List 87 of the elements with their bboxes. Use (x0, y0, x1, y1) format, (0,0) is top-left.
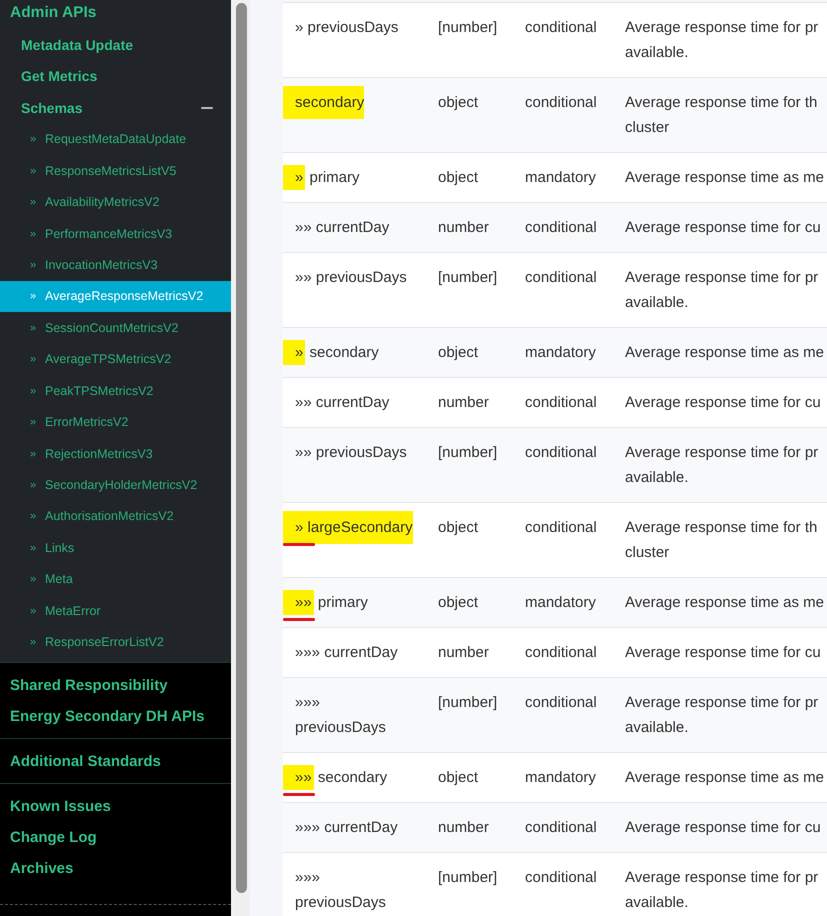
requirement: conditional (525, 444, 597, 461)
requirement: conditional (525, 819, 597, 836)
requirement: mandatory (525, 594, 596, 611)
field-name: »» currentDay (294, 393, 390, 413)
schema-link[interactable]: » AverageTPSMetricsV2 (0, 344, 231, 375)
field-type: object (438, 769, 478, 786)
field-type: [number] (438, 694, 498, 711)
field-type: object (438, 344, 478, 361)
schema-link[interactable]: » Meta (0, 564, 231, 596)
schema-link[interactable]: » ResponseMetricsListV5 (0, 154, 231, 186)
description-text: Average response time for cu (625, 393, 821, 413)
description-text: Average response time for pr available. (625, 268, 818, 313)
schema-link[interactable]: » RejectionMetricsV3 (0, 438, 231, 470)
field-type: object (438, 94, 478, 111)
description-text: Average response time as me (625, 168, 824, 188)
nav-link[interactable]: Archives (0, 852, 74, 884)
schema-link[interactable]: » InvocationMetricsV3 (0, 249, 231, 281)
schema-link[interactable]: » ResponseErrorListV2 (0, 626, 231, 658)
schema-link[interactable]: » ErrorMetricsV2 (0, 406, 231, 438)
schema-link[interactable]: » AuthorisationMetricsV2 (0, 500, 231, 532)
schema-link[interactable]: » SessionCountMetricsV2 (0, 312, 231, 344)
field-type: [number] (438, 444, 498, 461)
field-type: object (438, 519, 478, 536)
nav-link[interactable]: Change Log (0, 822, 97, 853)
description-text: Average response time for pr available. (625, 693, 818, 738)
nav-item[interactable]: Get Metrics (0, 60, 231, 92)
description-text: Average response time for cu (625, 818, 821, 838)
field-name: » largeSecondary (283, 511, 413, 544)
field-type: number (438, 644, 489, 661)
scrollbar-thumb[interactable] (236, 3, 247, 893)
schema-link[interactable]: » RequestMetaDataUpdate (0, 124, 231, 155)
schema-link[interactable]: » PerformanceMetricsV3 (0, 218, 231, 250)
schema-link[interactable]: » SecondaryHolderMetricsV2 (0, 469, 231, 501)
schema-link[interactable]: » PeakTPSMetricsV2 (0, 375, 231, 406)
description-text: Average response time for cu (625, 218, 821, 238)
field-name: »» previousDays (294, 443, 407, 463)
requirement: conditional (525, 19, 597, 36)
schema-link[interactable]: » Links (0, 532, 231, 564)
nav-link[interactable]: Shared Responsibility (0, 670, 168, 701)
field-name: »»» previousDays (294, 868, 387, 913)
field-type: [number] (438, 19, 498, 36)
requirement: conditional (525, 644, 597, 661)
nav-link[interactable]: Known Issues (0, 790, 111, 822)
requirement: conditional (525, 269, 597, 286)
description-text: Average response time for pr available. (625, 18, 818, 63)
description-text: Average response time for pr available. (625, 868, 818, 913)
requirement: mandatory (525, 769, 596, 786)
nav-item[interactable]: Metadata Update (0, 29, 231, 60)
section-heading[interactable]: Admin APIs (0, 0, 231, 29)
requirement: conditional (525, 94, 597, 111)
requirement: conditional (525, 219, 597, 236)
requirement: conditional (525, 869, 597, 886)
field-name: »»» previousDays (294, 693, 387, 738)
requirement: conditional (525, 519, 597, 536)
field-name: »» primary (283, 590, 368, 615)
nav-group-toggle[interactable]: Schemas (0, 92, 231, 124)
field-type: object (438, 169, 478, 186)
requirement: conditional (525, 394, 597, 411)
field-name: »»» currentDay (294, 818, 398, 838)
requirement: conditional (525, 694, 597, 711)
field-name: »» secondary (283, 765, 388, 790)
collapse-icon[interactable] (201, 106, 213, 109)
field-type: number (438, 394, 489, 411)
nav-link[interactable]: Additional Standards (0, 746, 161, 777)
description-text: Average response time for pr available. (625, 443, 818, 488)
field-type: object (438, 594, 478, 611)
schema-link[interactable]: » MetaError (0, 595, 231, 626)
field-name: »» currentDay (294, 218, 390, 238)
field-name: »»» currentDay (294, 643, 398, 663)
description-text: Average response time as me (625, 343, 824, 363)
field-name: » secondary (283, 340, 379, 365)
field-type: [number] (438, 869, 498, 886)
description-text: Average response time for th cluster (625, 518, 818, 563)
field-type: number (438, 819, 489, 836)
field-name: »» previousDays (294, 268, 407, 288)
description-text: Average response time as me (625, 768, 824, 788)
description-text: Average response time for cu (625, 643, 821, 663)
description-text: Average response time as me (625, 593, 824, 613)
field-name: » primary (283, 165, 360, 190)
requirement: mandatory (525, 344, 596, 361)
description-text: Average response time for th cluster (625, 93, 818, 138)
field-type: number (438, 219, 489, 236)
requirement: mandatory (525, 169, 596, 186)
field-type: [number] (438, 269, 498, 286)
nav-link[interactable]: Energy Secondary DH APIs (0, 700, 205, 732)
field-name: » previousDays (294, 18, 398, 38)
schema-link[interactable]: » AvailabilityMetricsV2 (0, 186, 231, 218)
